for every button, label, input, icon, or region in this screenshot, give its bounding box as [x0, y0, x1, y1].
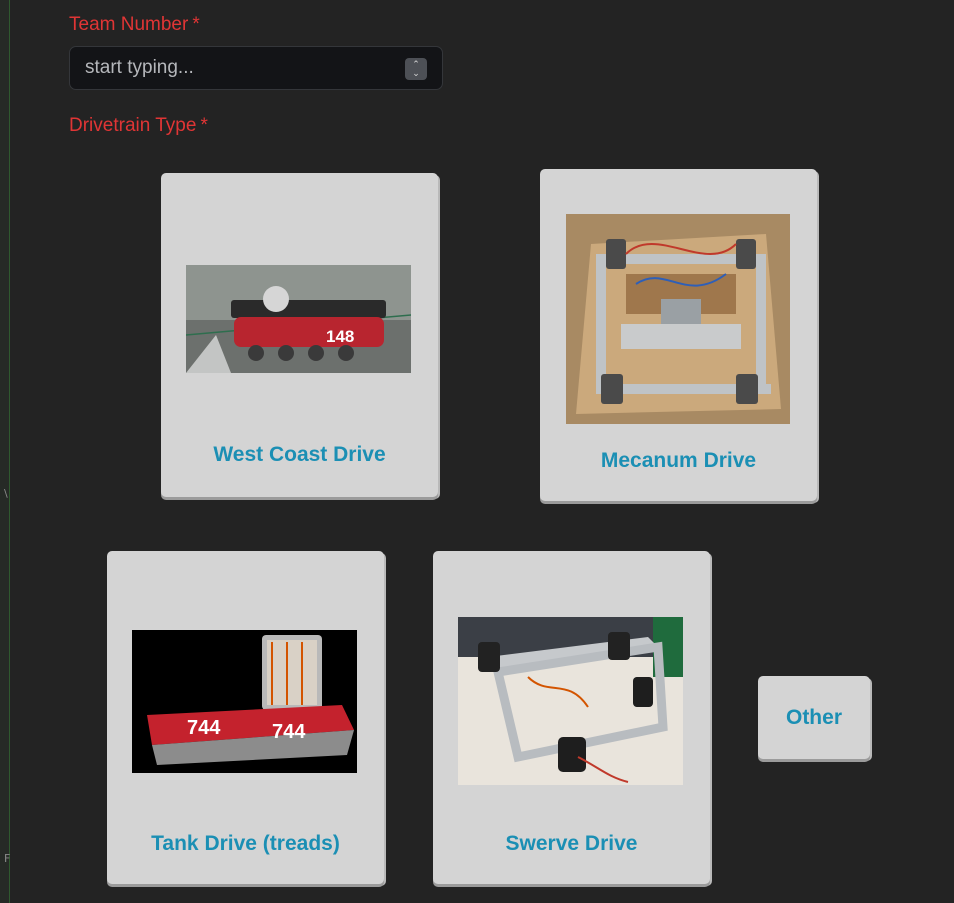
team-number-input[interactable]	[70, 47, 400, 89]
option-label: Other	[785, 706, 842, 729]
required-asterisk: *	[200, 115, 208, 136]
chevron-down-icon[interactable]: ⌄	[405, 69, 427, 78]
west-coast-robot-image: 148	[186, 265, 411, 373]
mecanum-robot-image	[566, 214, 790, 424]
drivetrain-option-mecanum[interactable]: Mecanum Drive	[540, 169, 817, 501]
robot-number-label: 744	[187, 717, 221, 739]
robot-number-label: 744	[272, 721, 306, 743]
required-asterisk: *	[192, 14, 200, 35]
left-panel-edge: \ F	[0, 0, 10, 903]
drivetrain-option-other[interactable]: Other	[758, 676, 870, 759]
team-number-field[interactable]: ⌃ ⌄	[69, 46, 443, 90]
option-label: Swerve Drive	[505, 832, 638, 855]
rail-glyph: F	[4, 852, 11, 865]
drivetrain-type-label-text: Drivetrain Type	[69, 115, 197, 136]
option-label: West Coast Drive	[213, 443, 386, 466]
rail-glyph: \	[4, 487, 8, 500]
tank-robot-image: 744 744	[132, 630, 357, 773]
number-stepper[interactable]: ⌃ ⌄	[405, 58, 427, 80]
option-label: Mecanum Drive	[600, 449, 757, 472]
drivetrain-option-swerve[interactable]: Swerve Drive	[433, 551, 710, 884]
drivetrain-option-west-coast[interactable]: 148 West Coast Drive	[161, 173, 438, 497]
team-number-label: Team Number *	[69, 14, 200, 36]
drivetrain-option-tank[interactable]: 744 744 Tank Drive (treads)	[107, 551, 384, 884]
swerve-robot-image	[458, 617, 683, 785]
team-number-label-text: Team Number	[69, 14, 189, 35]
drivetrain-type-label: Drivetrain Type *	[69, 115, 208, 137]
option-label: Tank Drive (treads)	[151, 832, 340, 855]
robot-number-label: 148	[326, 327, 354, 346]
